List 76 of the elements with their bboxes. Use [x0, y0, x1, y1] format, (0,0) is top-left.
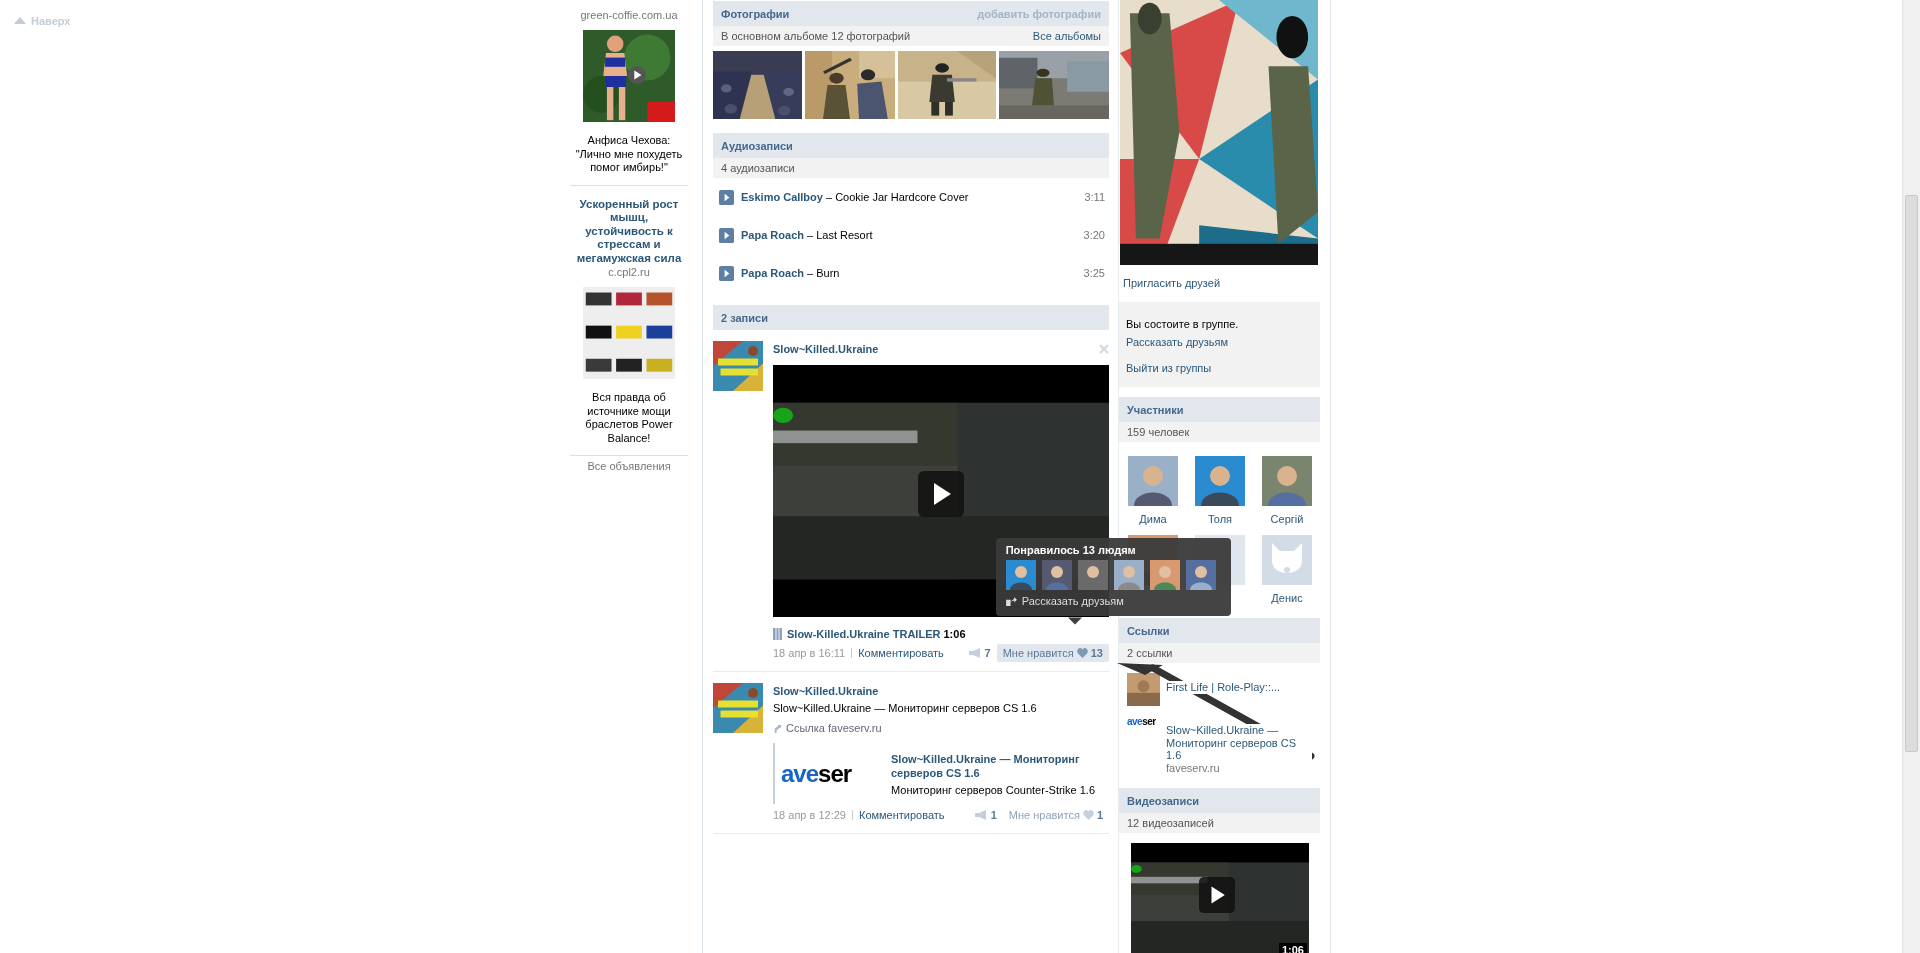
section-title: Ссылки: [1127, 624, 1170, 637]
tell-friends-link[interactable]: Рассказать друзьям: [1126, 333, 1229, 351]
scrollbar-thumb[interactable]: [1905, 195, 1918, 752]
scrollbar[interactable]: [1902, 0, 1920, 953]
avatar[interactable]: [1041, 560, 1072, 590]
post-author[interactable]: Slow~Killed.Ukraine: [773, 685, 879, 697]
link-title[interactable]: First Life | Role-Play::...: [1166, 681, 1281, 694]
track-title[interactable]: Papa Roach – Burn: [741, 267, 1084, 279]
post-author[interactable]: Slow~Killed.Ukraine: [773, 343, 879, 355]
videos-count: 12 видеозаписей: [1127, 817, 1214, 829]
album-summary: В основном альбоме 12 фотографий: [721, 30, 911, 42]
like-button[interactable]: Мне нравится 13: [996, 644, 1109, 662]
up-arrow-icon: [14, 17, 26, 24]
link-label[interactable]: Ссылка faveserv.ru: [786, 722, 882, 734]
avatar[interactable]: [1195, 456, 1245, 506]
attachment-title[interactable]: Slow~Killed.Ukraine — Мониторинг серверов CS 1.6: [891, 751, 1109, 780]
avatar[interactable]: [1149, 560, 1180, 590]
tooltip-title: Понравилось 13 людям: [1005, 544, 1137, 556]
play-icon[interactable]: [719, 227, 734, 243]
play-icon[interactable]: [719, 189, 734, 205]
track-duration: 3:11: [1084, 191, 1105, 203]
avatar[interactable]: [1185, 560, 1216, 590]
section-title: Аудиозаписи: [721, 139, 793, 152]
invite-friends-link[interactable]: Пригласить друзей: [1119, 265, 1320, 294]
post-text: Slow~Killed.Ukraine — Мониторинг серверов CS 1.6: [773, 701, 1038, 716]
heart-icon: [1076, 648, 1088, 658]
avatar[interactable]: [1077, 560, 1108, 590]
leave-group-link[interactable]: Выйти из группы: [1126, 359, 1212, 377]
member-name[interactable]: Денис: [1271, 592, 1303, 604]
site-logo[interactable]: aveser: [781, 759, 881, 788]
section-title: 2 записи: [721, 311, 768, 324]
member-name[interactable]: Толя: [1207, 513, 1233, 525]
tooltip-pointer: [1067, 616, 1082, 626]
film-icon: [773, 628, 782, 640]
ad-text: Анфиса Чехова: "Лично мне похудеть помог имбирь!": [574, 134, 684, 175]
share-count: 1: [990, 809, 997, 821]
play-button[interactable]: [1199, 877, 1235, 913]
ad-domain: c.cpl2.ru: [607, 265, 651, 279]
members-count: 159 человек: [1127, 426, 1190, 438]
video-title[interactable]: Slow-Killed.Ukraine TRAILER 1:06: [787, 628, 966, 640]
track-title[interactable]: Papa Roach – Last Resort: [741, 229, 1084, 241]
like-button[interactable]: Мне нравится 1: [1002, 806, 1109, 824]
section-title: Видеозаписи: [1127, 794, 1200, 807]
play-icon: [628, 66, 646, 84]
share-icon: [1005, 596, 1017, 606]
attachment-description: Мониторинг серверов Counter-Strike 1.6: [891, 783, 1097, 796]
site-logo[interactable]: aveser: [1127, 716, 1160, 774]
membership-status: Вы состоите в группе.: [1126, 317, 1239, 332]
heart-icon: [1082, 810, 1094, 820]
track-duration: 3:25: [1083, 267, 1105, 279]
section-title: Фотографии: [721, 7, 790, 20]
avatar[interactable]: [1113, 560, 1144, 590]
member-name[interactable]: Сергій: [1270, 513, 1304, 525]
track-duration: 3:20: [1083, 229, 1105, 241]
avatar[interactable]: [1128, 456, 1178, 506]
link-title[interactable]: Slow~Killed.Ukraine — Мониторинг серверов CS 1.6: [1166, 724, 1312, 762]
share-count: 7: [984, 647, 991, 659]
ad-text: Вся правда об источнике мощи браслетов Power Balance!: [584, 391, 674, 445]
post-date: 18 апр в 12:29: [773, 809, 846, 821]
section-title: Участники: [1127, 403, 1184, 416]
ad-domain: green-coffie.com.ua: [579, 8, 679, 22]
post-date: 18 апр в 16:11: [773, 647, 846, 659]
all-ads-link[interactable]: Все объявления: [570, 460, 688, 472]
share-link[interactable]: Рассказать друзьям: [1005, 595, 1124, 607]
track-title[interactable]: Eskimo Callboy – Cookie Jar Hardcore Cover: [741, 191, 1085, 203]
ad-title[interactable]: Ускоренный рост мышц, устойчивость к стрессам и мегамужская сила: [570, 197, 688, 265]
comment-link[interactable]: Комментировать: [858, 647, 944, 659]
links-count: 2 ссылки: [1127, 647, 1173, 659]
play-icon[interactable]: [719, 265, 734, 281]
arrow-icon: [773, 723, 782, 733]
all-albums-link[interactable]: Все альбомы: [1032, 30, 1101, 42]
avatar[interactable]: [1005, 560, 1036, 590]
play-button[interactable]: [918, 471, 964, 517]
member-name[interactable]: Дима: [1139, 513, 1167, 525]
audio-count: 4 аудиозаписи: [721, 162, 795, 174]
comment-link[interactable]: Комментировать: [858, 809, 945, 821]
